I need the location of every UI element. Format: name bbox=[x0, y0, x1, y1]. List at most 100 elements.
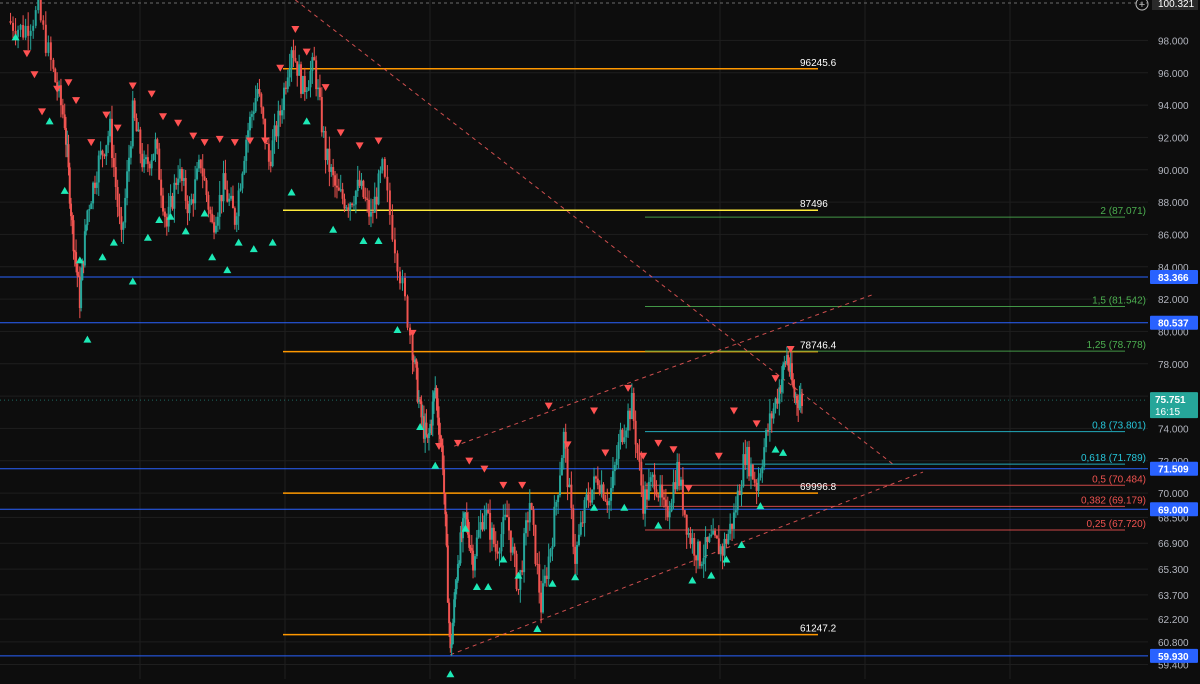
candle-body bbox=[97, 155, 100, 183]
candle-body bbox=[220, 194, 223, 202]
candle-body bbox=[369, 211, 372, 217]
candle-body bbox=[92, 182, 95, 204]
candle-body bbox=[256, 89, 259, 99]
candle-body bbox=[717, 538, 720, 555]
candle-body bbox=[283, 87, 286, 111]
candle-body bbox=[680, 479, 683, 486]
support-price-tag-label: 71.509 bbox=[1158, 465, 1189, 476]
candle-body bbox=[290, 50, 293, 69]
candle-body bbox=[619, 429, 622, 443]
candle-body bbox=[615, 458, 618, 465]
fib-level-label: 0,618 (71.789) bbox=[1081, 453, 1146, 464]
candle-body bbox=[664, 499, 667, 507]
candle-body bbox=[746, 446, 749, 466]
candle-body bbox=[313, 57, 316, 61]
candle-body bbox=[734, 510, 737, 513]
candle-body bbox=[307, 87, 310, 91]
candle-body bbox=[163, 211, 166, 217]
candle-body bbox=[103, 154, 106, 157]
candle-body bbox=[406, 296, 409, 328]
candle-body bbox=[86, 210, 89, 226]
candle-body bbox=[34, 10, 37, 26]
candle-body bbox=[398, 271, 401, 284]
candle-body bbox=[267, 143, 270, 162]
candle-body bbox=[487, 509, 490, 513]
candle-body bbox=[780, 379, 783, 392]
candle-body bbox=[222, 173, 225, 202]
price-chart[interactable]: 96245.6 87496 78746.4 69996.8 61247.2 2 (87.0… bbox=[0, 0, 1200, 679]
candle-body bbox=[443, 469, 446, 494]
candle-body bbox=[141, 153, 144, 168]
candle-body bbox=[467, 519, 470, 535]
candle-body bbox=[657, 495, 660, 498]
candle-body bbox=[182, 178, 185, 182]
candle-body bbox=[173, 182, 176, 209]
chart-panel[interactable]: 96245.6 87496 78746.4 69996.8 61247.2 2 (87.0… bbox=[0, 0, 1200, 679]
candle-body bbox=[235, 216, 238, 225]
candle-body bbox=[203, 176, 206, 181]
candle-body bbox=[748, 446, 751, 477]
candle-body bbox=[286, 77, 289, 89]
candle-body bbox=[70, 203, 73, 217]
candle-body bbox=[729, 523, 732, 534]
axis-tick-label: 70.000 bbox=[1158, 489, 1189, 500]
candle-body bbox=[697, 541, 700, 561]
candle-body bbox=[644, 489, 647, 514]
candle-body bbox=[509, 530, 512, 553]
candle-body bbox=[391, 214, 394, 240]
candle-body bbox=[101, 150, 104, 155]
candle-body bbox=[602, 484, 605, 500]
candle-body bbox=[740, 486, 743, 495]
candle-body bbox=[798, 400, 801, 408]
candle-body bbox=[148, 163, 151, 169]
fib-level-label: 0,8 (73.801) bbox=[1092, 421, 1146, 432]
candle-body bbox=[653, 474, 656, 490]
candle-body bbox=[456, 564, 459, 581]
candle-body bbox=[228, 198, 231, 202]
candle-body bbox=[64, 128, 67, 145]
candle-body bbox=[432, 392, 435, 402]
candle-body bbox=[364, 197, 367, 199]
candle-body bbox=[116, 186, 119, 207]
axis-tick-label: 63.700 bbox=[1158, 591, 1189, 602]
candle-body bbox=[782, 364, 785, 380]
candle-body bbox=[492, 527, 495, 544]
candle-body bbox=[127, 157, 130, 172]
candle-body bbox=[296, 61, 299, 76]
candle-body bbox=[547, 556, 550, 580]
candle-body bbox=[712, 530, 715, 535]
candle-body bbox=[477, 529, 480, 538]
candle-body bbox=[373, 196, 376, 213]
candle-body bbox=[623, 437, 626, 443]
fib-level-label: 0,5 (70.484) bbox=[1092, 474, 1146, 485]
support-price-tag-label: 80.537 bbox=[1158, 319, 1189, 330]
candle-body bbox=[54, 68, 57, 83]
candle-body bbox=[83, 231, 86, 266]
candle-body bbox=[445, 514, 448, 546]
fib-level-label: 0,382 (69.179) bbox=[1081, 495, 1146, 506]
candle-body bbox=[498, 551, 501, 554]
candle-body bbox=[22, 25, 25, 38]
candle-body bbox=[145, 157, 148, 160]
candle-body bbox=[479, 522, 482, 530]
fib-level-label: 2 (87.071) bbox=[1100, 206, 1146, 217]
candle-body bbox=[540, 592, 543, 613]
candle-body bbox=[160, 179, 163, 196]
candle-body bbox=[744, 454, 747, 466]
candle-body bbox=[252, 111, 255, 115]
candle-body bbox=[154, 139, 157, 154]
candle-body bbox=[670, 503, 673, 512]
candle-body bbox=[122, 222, 125, 230]
candle-body bbox=[515, 553, 518, 590]
candle-body bbox=[196, 168, 199, 180]
candle-body bbox=[303, 76, 306, 92]
candle-body bbox=[248, 116, 251, 131]
candle-body bbox=[337, 187, 340, 191]
candle-body bbox=[211, 213, 214, 223]
candle-body bbox=[431, 401, 434, 426]
candle-body bbox=[354, 191, 357, 205]
candle-body bbox=[284, 87, 287, 89]
candle-body bbox=[611, 471, 614, 489]
candle-body bbox=[207, 194, 210, 210]
candle-body bbox=[230, 195, 233, 199]
